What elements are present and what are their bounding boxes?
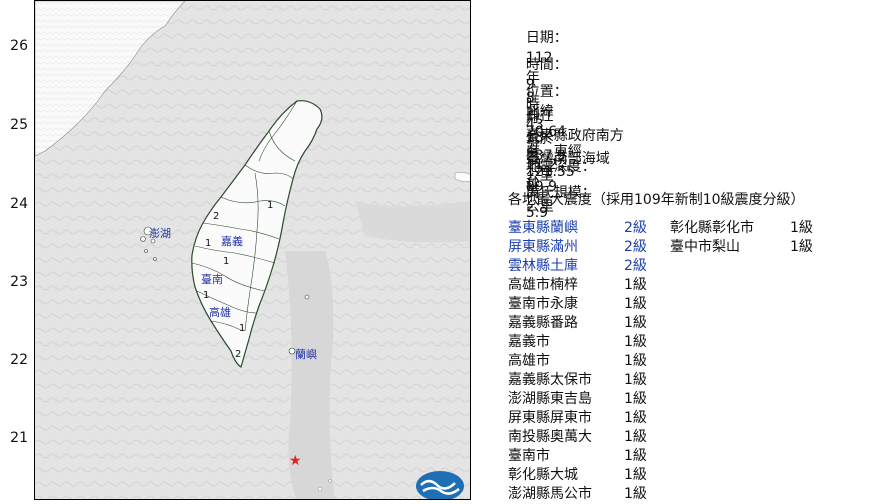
map-intensity-1a: 1 [205,238,212,249]
magnitude-line: 芮氏規模： 5.9 [508,163,596,221]
intensity-level: 1級 [624,353,647,369]
time-line: 時間： 9 時 43 分 11.2 秒 [508,35,568,193]
intensity-level: 1級 [624,448,647,464]
lat-label-21: 21 [10,430,28,446]
intensity-level: 2級 [624,220,647,236]
intensity-level: 1級 [624,429,647,445]
intensity-place: 高雄市 [508,353,550,369]
map-intensity-1d: 1 [239,323,246,334]
lat-label-23: 23 [10,274,28,290]
map-intensity-2b: 2 [235,349,242,360]
town-chiayi: 嘉義 [221,235,243,248]
intensity-place: 臺中市梨山 [670,239,740,255]
terrain-map [35,1,470,499]
intensity-place: 屏東縣滿州 [508,239,578,255]
lat-label-24: 24 [10,196,28,212]
lat-label-22: 22 [10,352,28,368]
intensity-level: 1級 [624,467,647,483]
intensity-place: 澎湖縣馬公市 [508,486,592,502]
intensity-place: 高雄市楠梓 [508,277,578,293]
intensity-level: 1級 [624,372,647,388]
intensity-level: 1級 [624,391,647,407]
date-line: 日期： 112 年 8 月 13 日 [508,8,568,166]
epicenter-star-icon: ★ [289,453,302,469]
relative-line: 即在 臺東縣政府南方 237.9 公里 [508,86,624,184]
region-line: 位於 臺灣南部海域 [508,109,610,167]
intensity-place: 嘉義縣番路 [508,315,578,331]
intensity-level: 1級 [790,239,813,255]
town-kaohsiung: 高雄 [209,306,231,319]
intensity-level: 1級 [624,296,647,312]
intensity-level: 2級 [624,258,647,274]
intensity-level: 2級 [624,239,647,255]
earthquake-map: 1 2 1 1 1 1 2 澎湖 嘉義 臺南 高雄 蘭嶼 ★ [34,0,471,500]
cwb-logo [416,471,464,499]
lat-label-26: 26 [10,38,28,54]
intensity-place: 南投縣奧萬大 [508,429,592,445]
map-intensity-2a: 2 [213,211,220,222]
earthquake-info-panel: 日期： 112 年 8 月 13 日 時間： 9 時 43 分 11.2 秒 位… [508,0,880,502]
town-tainan: 臺南 [201,273,223,286]
intensity-place: 嘉義縣太保市 [508,372,592,388]
location-line: 位置： 北緯 20.64 度．東經 121.55 度 [508,62,582,200]
intensity-place: 臺東縣蘭嶼 [508,220,578,236]
intensity-title: 各地最大震度（採用109年新制10級震度分級） [508,192,805,208]
intensity-level: 1級 [624,315,647,331]
intensity-level: 1級 [790,220,813,236]
intensity-place: 雲林縣土庫 [508,258,578,274]
intensity-place: 臺南市永康 [508,296,578,312]
intensity-level: 1級 [624,486,647,502]
intensity-place: 屏東縣屏東市 [508,410,592,426]
intensity-level: 1級 [624,277,647,293]
map-intensity-1b: 1 [223,256,230,267]
intensity-place: 彰化縣彰化市 [670,220,754,236]
intensity-place: 嘉義市 [508,334,550,350]
map-intensity-1c: 1 [203,290,210,301]
town-penghu: 澎湖 [149,227,171,240]
intensity-place: 澎湖縣東吉島 [508,391,592,407]
intensity-level: 1級 [624,334,647,350]
map-intensity-1: 1 [267,200,274,211]
intensity-place: 臺南市 [508,448,550,464]
intensity-level: 1級 [624,410,647,426]
lat-label-25: 25 [10,117,28,133]
intensity-place: 彰化縣大城 [508,467,578,483]
depth-line: 地震深度： 89.9 公里 [508,137,596,215]
town-lanyu: 蘭嶼 [295,348,317,361]
